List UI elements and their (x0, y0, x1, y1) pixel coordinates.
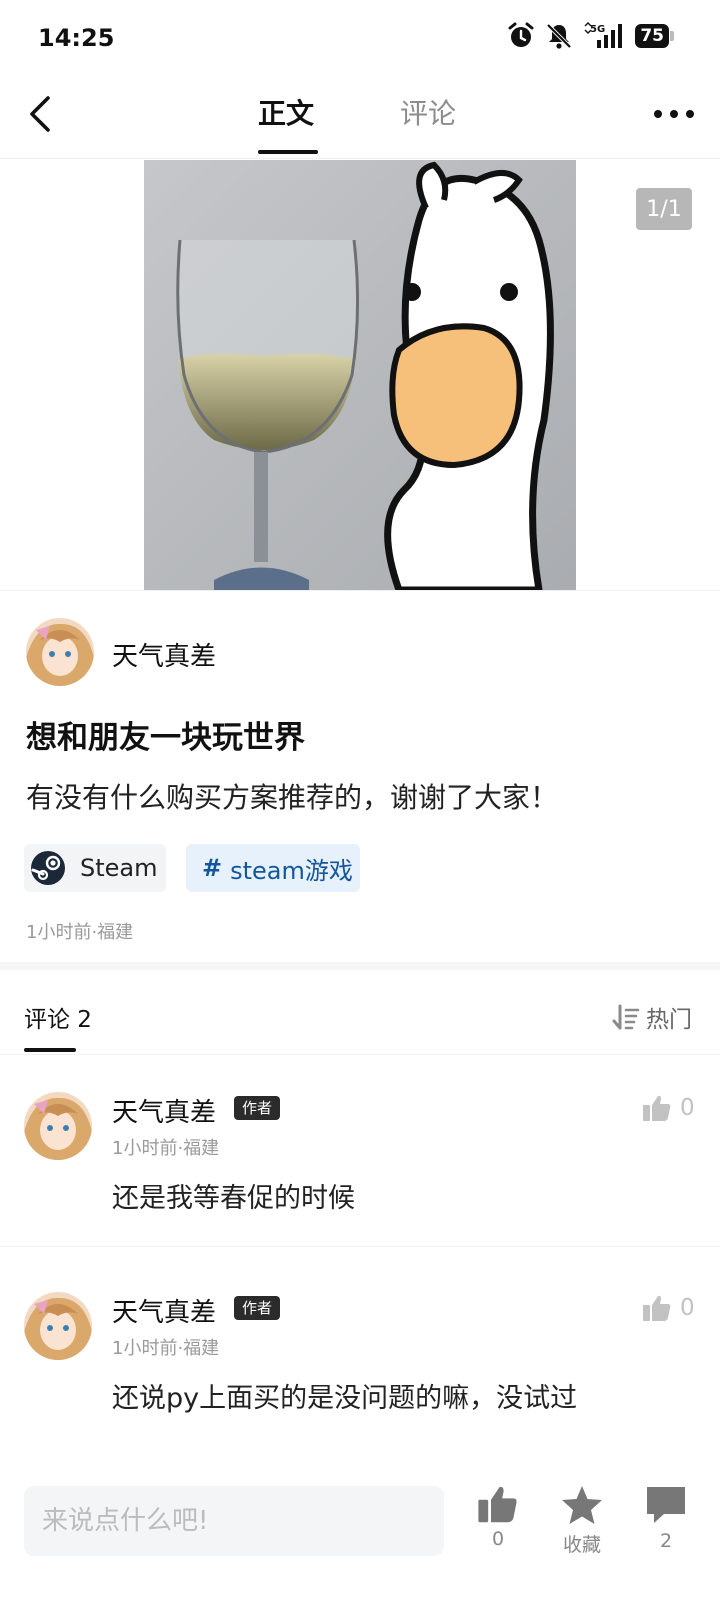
comment-author[interactable]: 天气真差 (112, 1092, 216, 1129)
sort-icon (612, 1004, 640, 1030)
comment-input[interactable] (24, 1486, 444, 1556)
comment-meta: 1小时前·福建 (112, 1338, 220, 1359)
battery-level: 75 (635, 24, 669, 48)
mute-bell-icon (546, 23, 572, 49)
sort-hot-button[interactable]: 热门 (612, 1000, 692, 1034)
steam-logo-icon (31, 851, 65, 885)
favorite-label: 收藏 (562, 1534, 601, 1556)
post-comment-count: 2 (659, 1530, 673, 1552)
star-icon (562, 1486, 602, 1524)
comment-like-button[interactable]: 0 (642, 1094, 695, 1122)
hashtag-icon: # (202, 854, 223, 882)
post-image[interactable] (144, 160, 576, 590)
author-avatar[interactable] (26, 618, 94, 686)
topic-tag[interactable]: # steam游戏 (186, 844, 360, 892)
tab-main-content[interactable]: 正文 (258, 92, 314, 132)
alarm-icon (508, 22, 534, 47)
thumbs-up-icon (478, 1486, 517, 1523)
more-options-button[interactable] (652, 104, 696, 124)
comment-like-count: 0 (680, 1295, 695, 1321)
comment-text: 还是我等春促的时候 (112, 1183, 355, 1214)
author-badge: 作者 (234, 1296, 281, 1320)
battery-indicator: 75 (635, 24, 674, 48)
comment-avatar[interactable] (24, 1292, 92, 1360)
comment-like-button[interactable]: 0 (642, 1294, 695, 1322)
comment-divider (0, 1246, 720, 1247)
comment-meta: 1小时前·福建 (112, 1138, 220, 1159)
wine-glass-goose-illustration (144, 160, 576, 590)
comments-header[interactable]: 评论 2 (24, 1000, 92, 1034)
comment-bubble-icon (647, 1487, 685, 1523)
tab-comments[interactable]: 评论 (400, 92, 456, 132)
svg-text:5G: 5G (590, 24, 605, 35)
image-divider (0, 590, 720, 591)
thumbs-up-icon (643, 1095, 671, 1121)
steam-tag-label: Steam (80, 854, 158, 882)
section-divider (0, 962, 720, 970)
author-name[interactable]: 天气真差 (112, 636, 216, 673)
post-like-count: 0 (491, 1528, 505, 1550)
comment-text: 还说py上面买的是没问题的嘛，没试过 (112, 1383, 578, 1414)
more-dots-icon (654, 110, 694, 118)
favorite-button[interactable]: 收藏 (544, 1484, 620, 1557)
comment-author[interactable]: 天气真差 (112, 1292, 216, 1329)
status-time: 14:25 (38, 24, 115, 52)
post-title: 想和朋友一块玩世界 (26, 720, 305, 756)
back-button[interactable] (22, 94, 62, 134)
active-tab-indicator (258, 150, 318, 154)
comment-avatar[interactable] (24, 1092, 92, 1160)
post-meta: 1小时前·福建 (26, 922, 134, 943)
thumbs-up-icon (643, 1295, 671, 1321)
nav-divider (0, 158, 720, 159)
author-badge: 作者 (234, 1096, 281, 1120)
signal-5g-icon: 5G (584, 22, 623, 48)
comment-like-count: 0 (680, 1095, 695, 1121)
comments-divider (0, 1054, 720, 1055)
image-counter: 1/1 (636, 188, 692, 230)
post-comments-button[interactable]: 2 (628, 1484, 704, 1552)
comments-tab-indicator (24, 1048, 76, 1052)
steam-tag[interactable]: Steam (24, 844, 166, 892)
post-body: 有没有什么购买方案推荐的，谢谢了大家！ (26, 781, 559, 814)
status-icons: 5G 75 (507, 22, 674, 50)
post-like-button[interactable]: 0 (460, 1484, 536, 1550)
sort-label: 热门 (646, 1007, 692, 1033)
topic-tag-label: steam游戏 (230, 856, 353, 885)
chevron-left-icon (30, 96, 50, 132)
